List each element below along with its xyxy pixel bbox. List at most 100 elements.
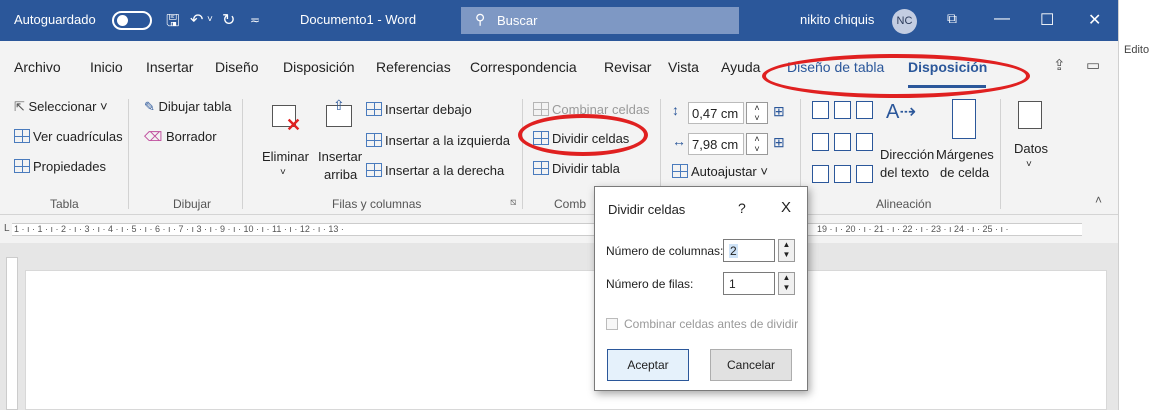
collapse-ribbon-icon[interactable]: ˄ [1095, 193, 1102, 207]
document-page[interactable] [25, 270, 1107, 410]
tab-insertar[interactable]: Insertar [146, 59, 193, 75]
tab-archivo[interactable]: Archivo [14, 59, 61, 75]
horizontal-ruler: L 1 · ı · 1 · ı · 2 · ı · 3 · ı · 4 · ı … [0, 215, 1118, 243]
insert-below-label: Insertar debajo [385, 102, 472, 117]
row-height-field[interactable]: 0,47 cm [688, 102, 744, 124]
search-placeholder: Buscar [497, 13, 538, 28]
autofit-button[interactable]: Autoajustar ˅ [672, 164, 768, 179]
align-top-right-icon[interactable] [856, 101, 873, 119]
align-bottom-center-icon[interactable] [834, 165, 851, 183]
align-bottom-right-icon[interactable] [856, 165, 873, 183]
document-area [0, 243, 1118, 410]
tab-selector-icon[interactable]: L [4, 223, 10, 234]
merge-before-split-checkbox[interactable] [606, 318, 618, 330]
tab-referencias[interactable]: Referencias [376, 59, 451, 75]
text-direction-label-1: Dirección [880, 147, 935, 162]
tab-disposicion-tabla[interactable]: Disposición [908, 59, 987, 75]
split-cells-button[interactable]: Dividir celdas [533, 131, 629, 146]
tab-ayuda[interactable]: Ayuda [721, 59, 760, 75]
columns-field[interactable]: 2 [723, 239, 775, 262]
share-icon[interactable]: ⇪ [1053, 56, 1066, 74]
ruler-bar[interactable]: 1 · ı · 1 · ı · 2 · ı · 3 · ı · 4 · ı · … [12, 223, 1082, 236]
column-width-stepper[interactable]: ˄ ˅ [746, 133, 768, 155]
merge-cells-button[interactable]: Combinar celdas [533, 102, 650, 117]
gridlines-label: Ver cuadrículas [33, 129, 123, 144]
word-window: Autoguardado 🖫 ↶ ˅ ↻ ≂ Documento1 - Word… [0, 0, 1158, 410]
insert-below-icon [366, 102, 382, 116]
rows-field[interactable]: 1 [723, 272, 775, 295]
rows-stepper[interactable]: ▲ ▼ [778, 272, 795, 295]
insert-right-icon [366, 163, 382, 177]
draw-table-button[interactable]: ✎ Dibujar tabla [144, 99, 232, 115]
select-label: Seleccionar ˅ [28, 99, 108, 114]
side-panel: Edito [1118, 0, 1158, 410]
dialog-close-icon[interactable]: X [781, 199, 791, 216]
tab-disposicion[interactable]: Disposición [283, 59, 355, 75]
undo-icon[interactable]: ↶ [190, 10, 203, 30]
minimize-icon[interactable]: — [994, 10, 1010, 28]
tab-inicio[interactable]: Inicio [90, 59, 123, 75]
align-top-center-icon[interactable] [834, 101, 851, 119]
insert-left-label: Insertar a la izquierda [385, 133, 511, 148]
split-table-icon [533, 161, 549, 175]
columns-stepper[interactable]: ▲ ▼ [778, 239, 795, 262]
customize-toolbar-icon[interactable]: ≂ [250, 13, 260, 27]
save-icon[interactable]: 🖫 [166, 10, 180, 37]
text-direction-icon: A⇢ [886, 101, 917, 123]
tab-revisar[interactable]: Revisar [604, 59, 651, 75]
properties-label: Propiedades [33, 159, 106, 174]
separator [1000, 99, 1001, 209]
document-title: Documento1 - Word [300, 12, 417, 27]
insert-right-button[interactable]: Insertar a la derecha [366, 163, 504, 178]
redo-icon[interactable]: ↻ [222, 10, 235, 30]
autosave-toggle[interactable] [112, 11, 152, 30]
insert-left-icon [366, 133, 382, 147]
ribbon-display-icon[interactable]: ⧉ [947, 10, 957, 27]
active-tab-indicator [908, 85, 986, 88]
distribute-rows-icon[interactable]: ⊞ [773, 103, 785, 120]
column-width-field[interactable]: 7,98 cm [688, 133, 744, 155]
split-table-button[interactable]: Dividir tabla [533, 161, 620, 176]
help-icon[interactable]: ? [738, 200, 746, 216]
maximize-icon[interactable]: ☐ [1040, 10, 1054, 30]
insert-below-button[interactable]: Insertar debajo [366, 102, 472, 117]
ok-button[interactable]: Aceptar [607, 349, 689, 381]
group-label-tabla: Tabla [50, 197, 79, 211]
align-top-left-icon[interactable] [812, 101, 829, 119]
undo-dropdown-icon[interactable]: ˅ [207, 14, 213, 25]
row-height-stepper[interactable]: ˄ ˅ [746, 102, 768, 124]
ribbon-tabs: Archivo Inicio Insertar Diseño Disposici… [0, 41, 1118, 93]
eraser-button[interactable]: ⌫ Borrador [144, 129, 217, 145]
tab-vista[interactable]: Vista [668, 59, 699, 75]
dialog-title: Dividir celdas [608, 202, 686, 217]
align-bottom-left-icon[interactable] [812, 165, 829, 183]
properties-button[interactable]: Propiedades [14, 159, 106, 174]
insert-left-button[interactable]: Insertar a la izquierda [366, 133, 510, 148]
split-table-label: Dividir tabla [552, 161, 620, 176]
align-center-icon[interactable] [834, 133, 851, 151]
close-icon[interactable]: ✕ [1088, 10, 1101, 30]
tab-correspondencia[interactable]: Correspondencia [470, 59, 577, 75]
tab-diseno[interactable]: Diseño [215, 59, 259, 75]
align-center-left-icon[interactable] [812, 133, 829, 151]
data-label: Datos [1014, 141, 1048, 156]
view-gridlines-button[interactable]: Ver cuadrículas [14, 129, 123, 144]
insert-above-label-2: arriba [324, 167, 358, 182]
tab-diseno-de-tabla[interactable]: Diseño de tabla [787, 59, 884, 75]
comments-icon[interactable]: ▭ [1086, 56, 1100, 74]
cancel-button[interactable]: Cancelar [710, 349, 792, 381]
align-center-right-icon[interactable] [856, 133, 873, 151]
search-box[interactable]: ⚲ Buscar [461, 7, 739, 34]
cursor-icon: ⇱ [14, 99, 29, 114]
arrow-up-icon: ⇧ [333, 97, 345, 113]
distribute-columns-icon[interactable]: ⊞ [773, 134, 785, 151]
separator [522, 99, 523, 209]
avatar[interactable]: NC [892, 9, 917, 34]
column-width-icon: ↔ [672, 133, 686, 149]
vertical-ruler [6, 257, 18, 410]
select-button[interactable]: ⇱ Seleccionar ˅ [14, 99, 108, 115]
separator [242, 99, 243, 209]
dialog-launcher-icon[interactable]: ⧅ [510, 197, 516, 208]
rows-label: Número de filas: [606, 277, 694, 291]
user-name[interactable]: nikito chiquis [800, 12, 874, 27]
